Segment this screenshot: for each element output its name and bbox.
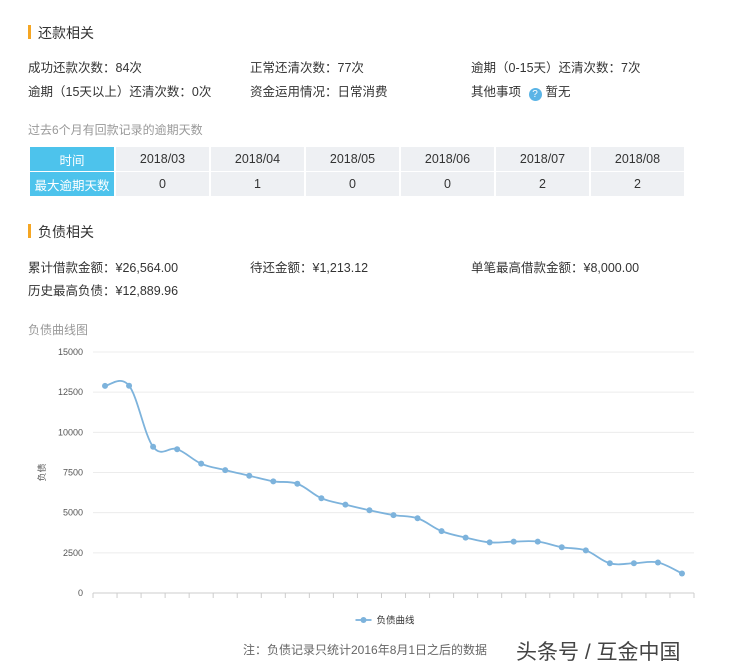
data-point: [366, 507, 373, 514]
stat-label: 正常还清次数：: [250, 61, 338, 75]
data-point: [510, 538, 517, 545]
y-tick-label: 5000: [63, 508, 83, 518]
data-point: [630, 560, 637, 567]
y-tick-label: 10000: [58, 427, 83, 437]
month-cell: 2018/04: [211, 147, 304, 171]
days-cell: 0: [306, 172, 399, 196]
chart-caption: 负债曲线图: [28, 323, 89, 337]
footnote: 注：负债记录只统计2016年8月1日之后的数据: [243, 643, 488, 657]
data-point: [534, 538, 541, 545]
data-point: [390, 512, 397, 519]
stat-value: 77次: [337, 61, 364, 75]
stat-value: 84次: [115, 61, 142, 75]
y-tick-label: 12500: [58, 387, 83, 397]
overdue-table: 时间 2018/03 2018/04 2018/05 2018/06 2018/…: [28, 146, 686, 197]
data-point: [102, 382, 109, 389]
data-point: [414, 515, 421, 522]
repay-stat: 逾期（0-15天）还清次数：7次: [471, 57, 640, 76]
data-point: [342, 501, 349, 508]
days-cell: 2: [496, 172, 589, 196]
data-point: [558, 544, 565, 551]
month-cell: 2018/05: [306, 147, 399, 171]
row-header-time: 时间: [30, 147, 114, 171]
data-point: [486, 539, 493, 546]
stat-label: 历史最高负债：: [28, 284, 116, 298]
stat-value: 暂无: [545, 85, 571, 99]
stat-value: 7次: [621, 61, 641, 75]
stat-value: 0次: [191, 85, 212, 99]
repay-stat: 逾期（15天以上）还清次数：0次: [28, 81, 211, 100]
watermark: 头条号 / 互金中国: [516, 641, 681, 664]
stat-label: 逾期（15天以上）还清次数：: [28, 85, 192, 99]
stat-label: 单笔最高借款金额：: [471, 261, 584, 275]
y-tick-label: 7500: [63, 468, 83, 478]
repay-section-title: 还款相关: [38, 25, 94, 41]
series-line: [104, 380, 683, 575]
days-cell: 0: [401, 172, 494, 196]
row-header-days: 最大逾期天数: [30, 172, 114, 196]
y-tick-label: 2500: [63, 548, 83, 558]
stat-label: 逾期（0-15天）还清次数：: [471, 61, 622, 75]
stat-label: 待还金额：: [250, 261, 313, 275]
overdue-caption: 过去6个月有回款记录的逾期天数: [28, 123, 203, 137]
debt-section-title: 负债相关: [38, 224, 94, 240]
stat-label: 其他事项: [471, 85, 522, 99]
stat-value: 日常消费: [337, 85, 388, 99]
legend-swatch-marker: [360, 617, 367, 623]
debt-stat: 历史最高负债：¥12,889.96: [28, 280, 178, 299]
repay-stat: 其他事项 ? 暂无: [471, 81, 571, 101]
stat-label: 累计借款金额：: [28, 261, 116, 275]
stat-value: ¥1,213.12: [312, 261, 369, 275]
debt-stat: 单笔最高借款金额：¥8,000.00: [471, 257, 639, 276]
days-cell: 0: [116, 172, 209, 196]
data-point: [150, 443, 157, 450]
y-axis-title: 负债: [36, 463, 47, 481]
month-cell: 2018/07: [496, 147, 589, 171]
days-cell: 1: [211, 172, 304, 196]
data-point: [582, 547, 589, 554]
data-point: [462, 534, 469, 541]
section-accent-bar: [28, 224, 31, 238]
month-cell: 2018/08: [591, 147, 684, 171]
month-cell: 2018/03: [116, 147, 209, 171]
data-point: [198, 460, 205, 467]
table-row: 时间 2018/03 2018/04 2018/05 2018/06 2018/…: [30, 147, 684, 171]
data-point: [246, 472, 253, 479]
debt-stat: 待还金额：¥1,213.12: [250, 257, 368, 276]
repay-stat: 正常还清次数：77次: [250, 57, 364, 76]
legend-label: 负债曲线: [377, 615, 416, 627]
data-point: [222, 467, 229, 474]
data-point: [654, 559, 661, 566]
y-tick-label: 15000: [58, 347, 83, 357]
data-point: [678, 570, 685, 577]
repay-stat: 资金运用情况：日常消费: [250, 81, 388, 100]
stat-value: ¥12,889.96: [115, 284, 179, 298]
table-row: 最大逾期天数 0 1 0 0 2 2: [30, 172, 684, 196]
repay-stat: 成功还款次数：84次: [28, 57, 142, 76]
stat-value: ¥26,564.00: [115, 261, 179, 275]
stat-label: 资金运用情况：: [250, 85, 338, 99]
debt-line-chart: 0 2500 5000 7500 10000 12500 15000 负债负债曲线: [36, 347, 695, 627]
days-cell: 2: [591, 172, 684, 196]
data-point: [174, 446, 181, 453]
y-tick-label: 0: [78, 588, 83, 598]
data-point: [606, 560, 613, 567]
question-icon[interactable]: ?: [528, 88, 542, 101]
data-point: [438, 528, 445, 535]
month-cell: 2018/06: [401, 147, 494, 171]
data-point: [126, 382, 133, 389]
stat-value: ¥8,000.00: [583, 261, 640, 275]
data-point: [318, 495, 325, 502]
stat-label: 成功还款次数：: [28, 61, 116, 75]
data-point: [294, 480, 301, 487]
section-accent-bar: [28, 25, 31, 39]
debt-stat: 累计借款金额：¥26,564.00: [28, 257, 178, 276]
data-point: [270, 478, 277, 485]
